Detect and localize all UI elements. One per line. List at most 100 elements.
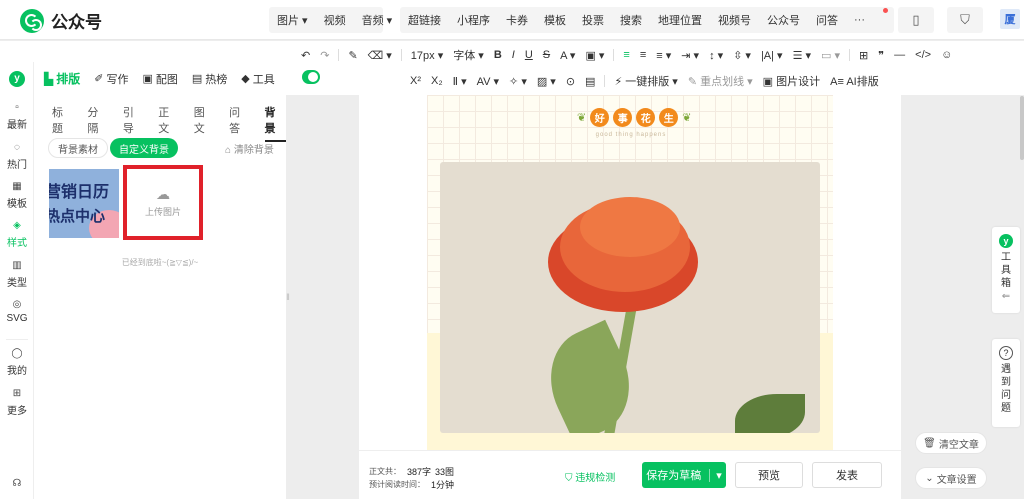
kerning-icon[interactable]: AV ▾ (472, 75, 504, 88)
violation-check-button[interactable]: ⛉ 违规检测 (565, 469, 615, 484)
font-size-select[interactable]: 17px ▾ (406, 49, 448, 62)
insert-image-menu[interactable]: 图片 ▾ (269, 12, 316, 28)
highlight-line-button[interactable]: ✎ 重点划线 ▾ (683, 73, 758, 89)
custom-bg-button[interactable]: 自定义背景 (110, 138, 178, 158)
subscript-icon[interactable]: X₂ (426, 75, 448, 87)
user-avatar[interactable]: 厦 (1000, 9, 1020, 29)
nav-template[interactable]: ▦ 模板 (0, 181, 34, 210)
article-settings-button[interactable]: ⌄ 文章设置 (915, 467, 987, 489)
nav-svg[interactable]: ◎ SVG (0, 299, 34, 324)
toolbar-row-1: ↶ ↷ ✎ ⌫ ▾ 17px ▾ 字体 ▾ B I U S A ▾ ▣ ▾ ≡ … (296, 44, 957, 66)
chevron-down-icon[interactable]: ▾ (709, 468, 722, 482)
subtab-image-text[interactable]: 图文 (194, 104, 215, 142)
toolbox-logo-icon: y (999, 234, 1013, 248)
insert-search[interactable]: 搜索 (612, 12, 650, 28)
nav-latest[interactable]: ▫ 最新 (0, 102, 34, 131)
letter-spacing-icon[interactable]: |A| ▾ (756, 49, 788, 62)
format-painter-icon[interactable]: ✎ (343, 49, 362, 62)
rose-photo[interactable] (440, 162, 820, 433)
insert-video[interactable]: 视频 (316, 12, 354, 28)
italic-icon[interactable]: I (507, 49, 520, 61)
tab-layout[interactable]: ▙ 排版 (44, 70, 80, 87)
subtab-background[interactable]: 背景 (264, 104, 286, 142)
nav-type[interactable]: ▥ 类型 (0, 260, 34, 289)
tab-tools[interactable]: ◆ 工具 (241, 70, 274, 87)
nav-my[interactable]: ◯ 我的 (0, 348, 34, 377)
redo-icon[interactable]: ↷ (315, 49, 334, 62)
html-icon[interactable]: ⊙ (561, 75, 580, 88)
undo-icon[interactable]: ↶ (296, 49, 315, 62)
clear-article-button[interactable]: 🗑 清空文章 (915, 432, 987, 454)
panel-toggle[interactable] (302, 70, 320, 84)
insert-coupon[interactable]: 卡券 (498, 12, 536, 28)
underline-icon[interactable]: U (520, 49, 538, 61)
list-icon[interactable]: ☰ ▾ (788, 49, 816, 62)
image-style-icon[interactable]: ▨ ▾ (532, 75, 561, 88)
app-logo[interactable]: 公众号 (20, 8, 102, 33)
line-height-icon[interactable]: ↕ ▾ (704, 49, 728, 62)
nav-more[interactable]: ⊞ 更多 (0, 388, 34, 417)
headset-icon[interactable]: ☊ (0, 478, 34, 492)
trash-icon: ⌂ (225, 145, 234, 156)
editor-area[interactable]: ❦ 好 事 花 生 ❦ good thing happens (359, 95, 901, 450)
code-icon[interactable]: </> (910, 49, 936, 61)
align-right-icon[interactable]: ≡ ▾ (651, 49, 676, 62)
more-icon[interactable]: — (889, 49, 910, 61)
mobile-preview-icon[interactable]: ▯ (898, 7, 934, 33)
shield-icon[interactable]: ⛉ (947, 7, 983, 33)
preview-button[interactable]: 预览 (735, 462, 803, 488)
insert-location[interactable]: 地理位置 (650, 12, 710, 28)
insert-account[interactable]: 公众号 (759, 12, 808, 28)
tab-trending[interactable]: ▤ 热榜 (192, 70, 227, 87)
faq-panel[interactable]: ? 遇 到 问 题 (992, 339, 1020, 427)
align-center-icon[interactable]: ≡ (635, 49, 651, 61)
toolbox-panel[interactable]: y 工 具 箱 ⇐ (992, 227, 1020, 313)
font-color-icon[interactable]: A ▾ (555, 49, 580, 62)
panel-collapse-handle[interactable]: ‖ (284, 292, 292, 316)
insert-channels[interactable]: 视频号 (710, 12, 759, 28)
tab-write[interactable]: ✐ 写作 (94, 70, 128, 87)
ai-layout-button[interactable]: A≡ AI排版 (825, 73, 884, 89)
insert-more-button[interactable]: ··· (846, 14, 873, 26)
insert-link[interactable]: 超链接 (400, 12, 449, 28)
magic-icon[interactable]: ✧ ▾ (504, 75, 532, 88)
publish-button[interactable]: 发表 (812, 462, 882, 488)
image-design-button[interactable]: ▣ 图片设计 (758, 73, 825, 89)
subtab-body[interactable]: 正文 (158, 104, 179, 142)
subtab-title[interactable]: 标题 (52, 104, 73, 142)
bg-material-button[interactable]: 背景素材 (48, 138, 108, 158)
paragraph-spacing-icon[interactable]: ⇳ ▾ (728, 49, 756, 62)
quote-icon[interactable]: ❞ (873, 49, 889, 62)
subtab-guide[interactable]: 引导 (123, 104, 144, 142)
subtab-divider[interactable]: 分隔 (87, 104, 108, 142)
upload-image-button[interactable]: ☁ 上传图片 (123, 165, 203, 240)
background-color-icon[interactable]: ▣ ▾ (580, 49, 609, 62)
insert-qa[interactable]: 问答 (808, 12, 846, 28)
clear-format-icon[interactable]: ⌫ ▾ (363, 49, 397, 62)
nav-style[interactable]: ◈ 样式 (0, 220, 34, 249)
insert-miniprogram[interactable]: 小程序 (449, 12, 498, 28)
bold-icon[interactable]: B (489, 49, 507, 61)
align-left-icon[interactable]: ≡ (618, 49, 634, 61)
page-scrollbar[interactable] (1020, 96, 1024, 160)
table-icon[interactable]: ⊞ (854, 49, 873, 62)
strikethrough-icon[interactable]: S (538, 49, 555, 61)
bg-thumbnail[interactable]: 营销日历 热点中心 (49, 169, 119, 238)
tools-icon: ◆ (241, 73, 250, 85)
subtab-qa[interactable]: 问答 (229, 104, 250, 142)
one-key-layout-button[interactable]: ⚡ 一键排版 ▾ (609, 73, 682, 89)
insert-vote[interactable]: 投票 (574, 12, 612, 28)
save-draft-button[interactable]: 保存为草稿 ▾ (642, 462, 726, 488)
insert-template[interactable]: 模板 (536, 12, 574, 28)
emoji-icon[interactable]: ☺ (936, 49, 957, 61)
toolbox-icon[interactable]: ▤ (580, 75, 600, 88)
font-family-select[interactable]: 字体 ▾ (448, 47, 489, 63)
indent-icon[interactable]: ⇥ ▾ (676, 49, 704, 62)
clear-bg-button[interactable]: ⌂ 清除背景 (225, 141, 274, 156)
insert-audio-menu[interactable]: 音频 ▾ (354, 12, 401, 28)
superscript-icon[interactable]: X² (405, 75, 426, 87)
nav-hot[interactable]: ◌ 热门 (0, 142, 34, 171)
text-indent-icon[interactable]: Ⅱ ▾ (448, 75, 472, 88)
tab-picture[interactable]: ▣ 配图 (142, 70, 177, 87)
divider-icon[interactable]: ▭ ▾ (816, 49, 845, 62)
